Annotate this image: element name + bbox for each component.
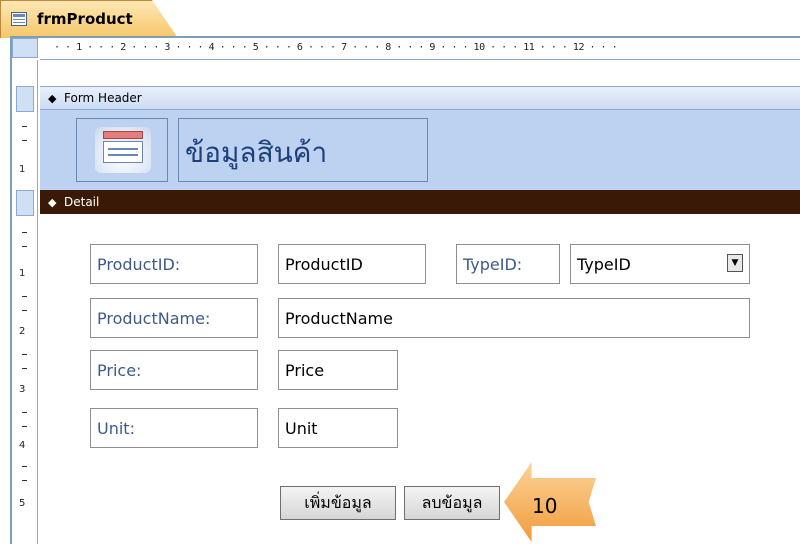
detail-label: Detail xyxy=(64,195,100,209)
ruler-tick xyxy=(22,354,27,355)
ruler-tick xyxy=(22,296,27,297)
ruler-marks: · · 1 · · · 2 · · · 3 · · · 4 · · · 5 · … xyxy=(54,42,618,53)
form-logo[interactable] xyxy=(76,118,168,182)
form-header-label: Form Header xyxy=(64,91,142,105)
add-data-button[interactable]: เพิ่มข้อมูล xyxy=(280,486,396,520)
form-header-bar[interactable]: ◆ Form Header xyxy=(40,86,800,110)
price-textbox[interactable]: Price xyxy=(278,350,398,390)
typeid-combobox-text: TypeID xyxy=(577,254,631,274)
ruler-tick xyxy=(22,140,27,141)
ruler-tick xyxy=(22,246,27,247)
ruler-tick xyxy=(22,368,27,369)
tab-title: frmProduct xyxy=(37,10,133,28)
document-tab-strip: frmProduct xyxy=(0,0,800,38)
ruler-tick xyxy=(22,232,27,233)
typeid-label[interactable]: TypeID: xyxy=(456,244,560,284)
form-logo-icon xyxy=(95,127,151,173)
form-icon xyxy=(11,12,27,26)
ruler-number: 2 xyxy=(19,326,26,337)
ruler-number: 1 xyxy=(19,268,26,279)
step-number: 10 xyxy=(532,494,558,518)
form-selector[interactable] xyxy=(12,38,38,58)
ruler-tick xyxy=(22,466,27,467)
typeid-combobox[interactable]: TypeID ▼ xyxy=(570,244,750,284)
productname-label[interactable]: ProductName: xyxy=(90,298,258,338)
tab-frmproduct[interactable]: frmProduct xyxy=(0,0,178,38)
horizontal-ruler: · · 1 · · · 2 · · · 3 · · · 4 · · · 5 · … xyxy=(40,38,800,60)
ruler-tick xyxy=(22,412,27,413)
delete-data-button[interactable]: ลบข้อมูล xyxy=(404,486,500,520)
vertical-ruler: 1 1 2 3 4 5 xyxy=(12,60,38,544)
ruler-number: 5 xyxy=(19,498,26,509)
ruler-number: 1 xyxy=(19,164,26,175)
productid-textbox[interactable]: ProductID xyxy=(278,244,426,284)
section-arrow-icon: ◆ xyxy=(48,195,57,209)
unit-textbox[interactable]: Unit xyxy=(278,408,398,448)
form-title-label[interactable]: ข้อมูลสินค้า xyxy=(178,118,428,182)
productid-label[interactable]: ProductID: xyxy=(90,244,258,284)
ruler-tick xyxy=(22,426,27,427)
ruler-tick xyxy=(22,126,27,127)
ruler-tick xyxy=(22,480,27,481)
ruler-number: 3 xyxy=(19,384,26,395)
ruler-tick xyxy=(22,310,27,311)
productname-textbox[interactable]: ProductName xyxy=(278,298,750,338)
ruler-number: 4 xyxy=(19,440,26,451)
header-section-selector[interactable] xyxy=(16,86,34,112)
detail-section-selector[interactable] xyxy=(16,190,34,216)
dropdown-arrow-icon[interactable]: ▼ xyxy=(727,254,743,272)
section-arrow-icon: ◆ xyxy=(48,91,57,105)
price-label[interactable]: Price: xyxy=(90,350,258,390)
unit-label[interactable]: Unit: xyxy=(90,408,258,448)
detail-bar[interactable]: ◆ Detail xyxy=(40,190,800,214)
